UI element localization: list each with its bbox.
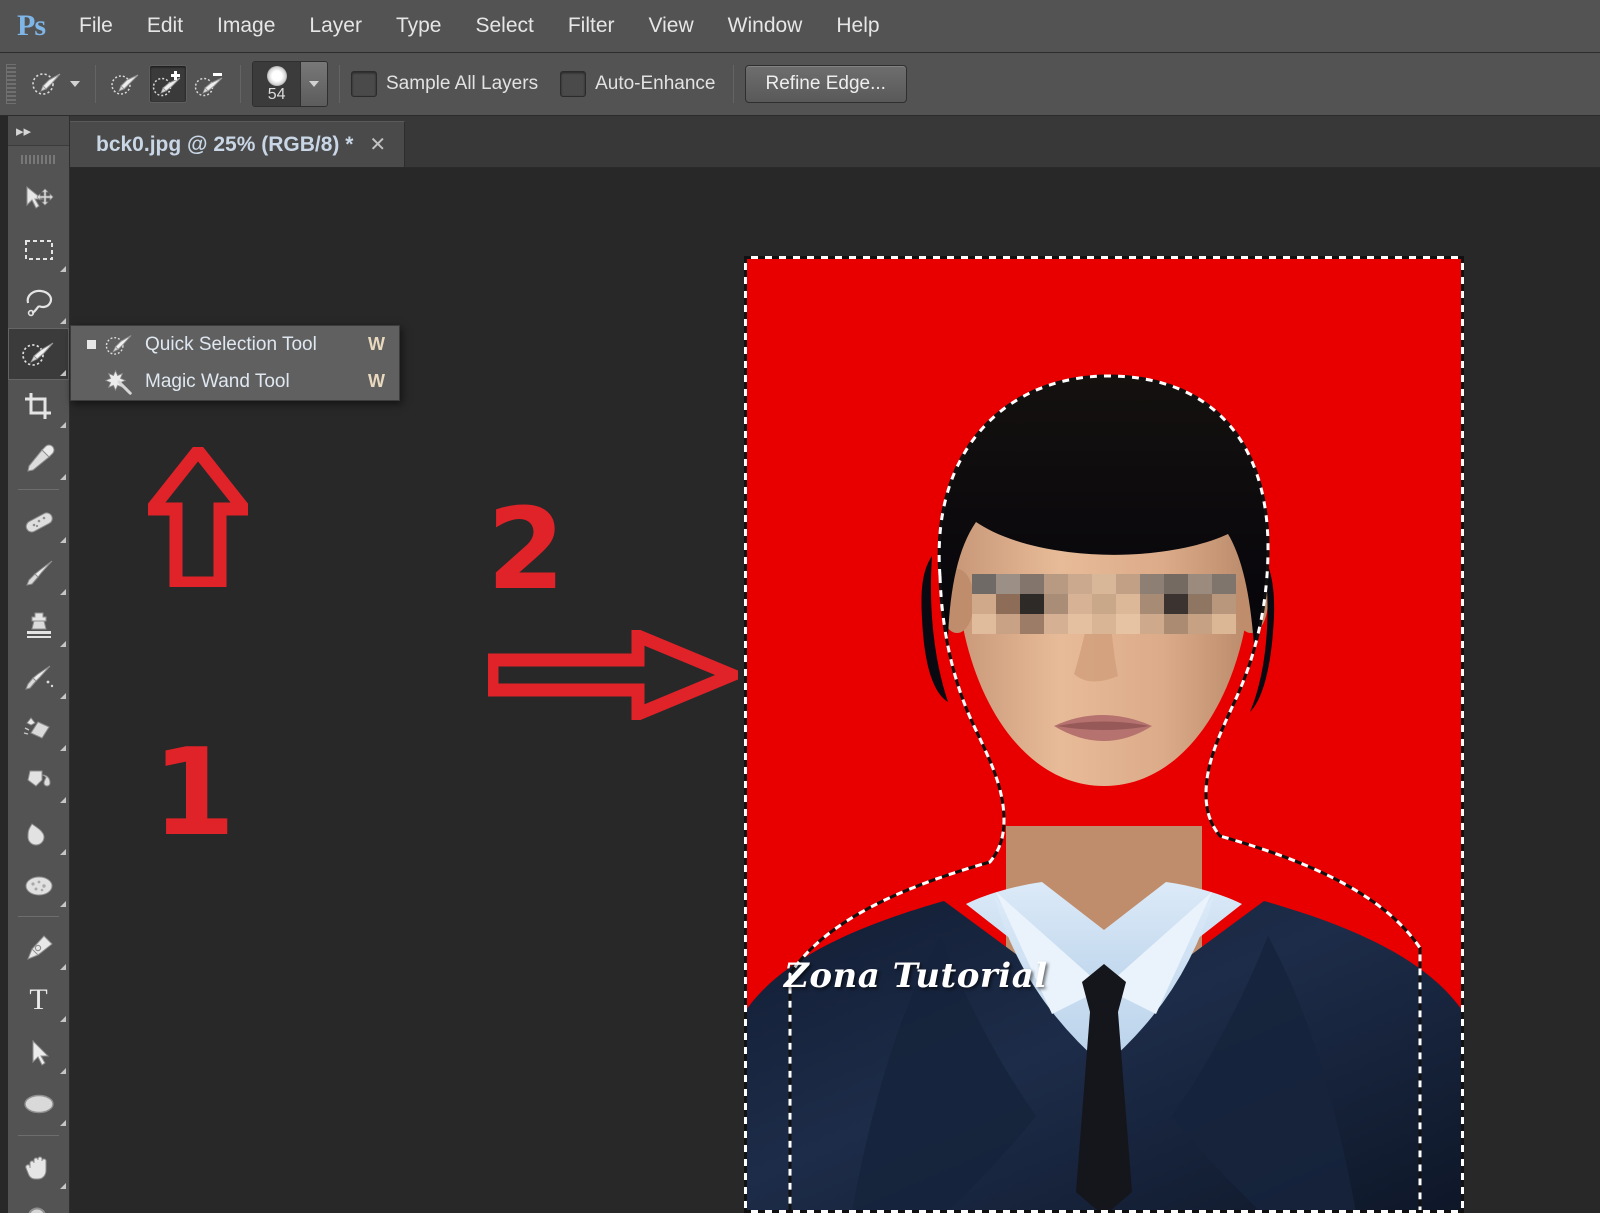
flyout-item-shortcut: W (368, 371, 385, 391)
lasso-tool-icon[interactable] (8, 276, 69, 328)
add-to-selection-button[interactable] (149, 65, 187, 103)
step-1-arrow-up (138, 440, 258, 592)
watermark-text: Zona Tutorial (784, 956, 1048, 996)
selection-mode-group (107, 65, 229, 103)
type-tool-icon[interactable]: T (8, 974, 69, 1026)
document-canvas[interactable]: Zona Tutorial (744, 256, 1464, 1213)
brush-chevron-down-icon[interactable] (300, 62, 327, 106)
quick-selection-tool-icon[interactable] (8, 328, 69, 380)
blur-tool-icon[interactable] (8, 807, 69, 859)
auto-enhance-option[interactable]: Auto-Enhance (560, 71, 716, 97)
double-chevron-right-icon[interactable]: ▸▸ (8, 116, 69, 146)
flyout-item-quick-selection-tool[interactable]: Quick Selection Tool W (71, 326, 399, 363)
tools-panel: ▸▸ T (8, 116, 70, 1213)
sample-all-layers-label: Sample All Layers (386, 73, 539, 94)
auto-enhance-checkbox[interactable] (560, 71, 587, 97)
quick-selection-tool-icon (99, 332, 139, 358)
brush-tool-icon[interactable] (8, 547, 69, 599)
menu-item-file[interactable]: File (62, 0, 130, 53)
brush-size-value: 54 (267, 86, 286, 103)
options-divider-3 (339, 65, 340, 103)
move-tool-icon[interactable] (8, 172, 69, 224)
step-2-number: 2 (487, 485, 565, 615)
options-bar: 54 Sample All Layers Auto-Enhance Refine… (0, 53, 1600, 116)
tools-divider-3 (18, 1135, 59, 1136)
menu-item-image[interactable]: Image (200, 0, 292, 53)
menu-item-window[interactable]: Window (711, 0, 820, 53)
document-tab-bar: bck0.jpg @ 25% (RGB/8) * ✕ (70, 116, 1600, 168)
brush-preview-icon: 54 (253, 62, 301, 106)
sponge-tool-icon[interactable] (8, 859, 69, 911)
refine-edge-button[interactable]: Refine Edge... (744, 65, 907, 103)
document-tab-title: bck0.jpg @ 25% (RGB/8) * (96, 132, 354, 156)
menu-item-select[interactable]: Select (458, 0, 550, 53)
path-selection-tool-icon[interactable] (8, 1026, 69, 1078)
tools-divider-2 (18, 916, 59, 917)
pen-tool-icon[interactable] (8, 922, 69, 974)
options-divider-2 (240, 65, 241, 103)
selected-bullet-icon (83, 340, 99, 349)
menu-bar: Ps File Edit Image Layer Type Select Fil… (0, 0, 1600, 53)
magic-wand-tool-icon (99, 369, 139, 395)
clone-stamp-tool-icon[interactable] (8, 599, 69, 651)
sample-all-layers-checkbox[interactable] (351, 71, 377, 97)
flyout-item-label: Magic Wand Tool (145, 370, 290, 392)
spot-healing-brush-tool-icon[interactable] (8, 495, 69, 547)
document-tab[interactable]: bck0.jpg @ 25% (RGB/8) * ✕ (70, 121, 406, 167)
auto-enhance-label: Auto-Enhance (595, 73, 716, 94)
close-icon[interactable]: ✕ (369, 135, 386, 155)
new-selection-button[interactable] (107, 65, 145, 103)
photoshop-window: Ps File Edit Image Layer Type Select Fil… (0, 0, 1600, 1213)
brush-size-picker[interactable]: 54 (252, 61, 328, 107)
subtract-from-selection-button[interactable] (191, 65, 229, 103)
portrait-photo: Zona Tutorial (744, 256, 1464, 1213)
options-divider-4 (732, 65, 734, 103)
photoshop-logo: Ps (17, 9, 46, 42)
eyedropper-tool-icon[interactable] (8, 432, 69, 484)
tools-divider-1 (18, 489, 59, 490)
drag-grip-icon[interactable] (8, 146, 69, 172)
history-brush-tool-icon[interactable] (8, 651, 69, 703)
eraser-tool-icon[interactable] (8, 703, 69, 755)
rectangular-marquee-tool-icon[interactable] (8, 224, 69, 276)
menu-item-help[interactable]: Help (819, 0, 896, 53)
sample-all-layers-option[interactable]: Sample All Layers (351, 71, 538, 97)
flyout-item-magic-wand-tool[interactable]: Magic Wand Tool W (71, 363, 399, 400)
quick-selection-tool-flyout: Quick Selection Tool W Magic Wand Tool W (70, 325, 400, 401)
subject-silhouette (744, 374, 1464, 1213)
step-2-arrow-right (485, 626, 749, 725)
menu-item-type[interactable]: Type (379, 0, 459, 53)
flyout-item-label: Quick Selection Tool (145, 333, 317, 355)
eye-censor-bar (972, 574, 1236, 634)
crop-tool-icon[interactable] (8, 380, 69, 432)
menu-item-filter[interactable]: Filter (551, 0, 632, 53)
zoom-tool-icon[interactable] (8, 1193, 69, 1213)
tool-preset-picker[interactable] (24, 65, 84, 103)
menu-item-view[interactable]: View (632, 0, 711, 53)
quick-selection-tool-icon (28, 65, 66, 103)
menu-item-layer[interactable]: Layer (292, 0, 379, 53)
hand-tool-icon[interactable] (8, 1141, 69, 1193)
menu-item-edit[interactable]: Edit (130, 0, 200, 53)
step-1-number: 1 (152, 724, 236, 863)
options-divider-1 (95, 65, 96, 103)
gradient-tool-icon[interactable] (8, 755, 69, 807)
flyout-item-shortcut: W (368, 334, 385, 354)
tool-preset-chevron-down-icon[interactable] (70, 81, 80, 87)
ellipse-tool-icon[interactable] (8, 1078, 69, 1130)
options-bar-grip-icon[interactable] (6, 64, 16, 104)
